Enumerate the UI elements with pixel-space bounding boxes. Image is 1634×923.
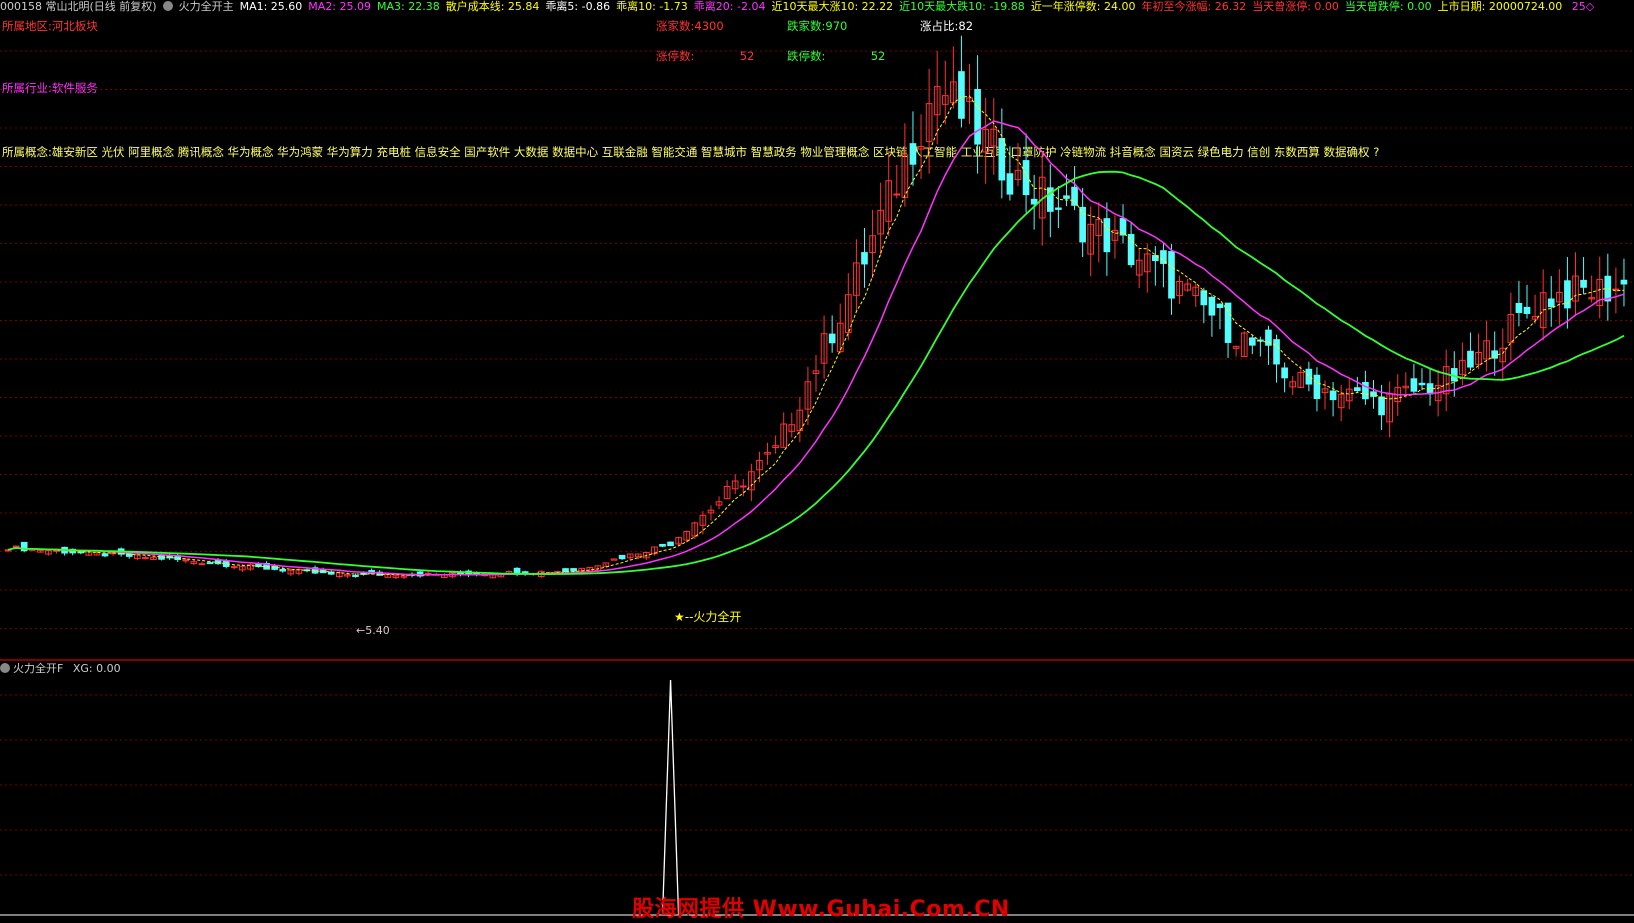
candle-body — [1515, 302, 1523, 313]
candle-body — [1006, 173, 1014, 195]
candle-body — [659, 543, 666, 547]
candle-body — [739, 485, 747, 488]
signal-spike — [661, 679, 680, 916]
candle-body — [206, 562, 214, 565]
candle-body — [1208, 296, 1216, 316]
candle-body — [909, 143, 917, 165]
candle-body — [828, 333, 836, 344]
candle-body — [1467, 350, 1474, 368]
price-chart[interactable] — [0, 0, 1634, 921]
xg-value: 0.00 — [96, 662, 121, 675]
candle-body — [958, 71, 965, 119]
candle-body — [1055, 207, 1062, 210]
bottom-indicator-name: 火力全开F — [13, 662, 64, 675]
candle-body — [562, 568, 569, 573]
bottom-panel-header: 火力全开F XG: 0.00 — [0, 662, 121, 676]
candle-body — [101, 553, 109, 557]
candle-body — [214, 559, 222, 565]
candle-body — [861, 252, 868, 265]
candle-body — [1620, 279, 1628, 285]
candle-body — [12, 545, 20, 548]
candle-body — [1030, 198, 1038, 205]
low-price-label: ←5.40 — [356, 624, 390, 637]
candle-body — [1200, 290, 1208, 306]
candle-body — [1564, 280, 1571, 309]
ma2-line — [7, 120, 1625, 576]
candle-body — [1313, 374, 1321, 400]
candle-body — [998, 138, 1006, 181]
candle-body — [1216, 303, 1224, 308]
candle-body — [1523, 306, 1531, 314]
candle-body — [1547, 298, 1555, 308]
candle-body — [1127, 234, 1135, 266]
signal-label: ★--火力全开 — [674, 610, 742, 624]
candle-body — [1248, 337, 1256, 346]
candle-body — [198, 563, 206, 566]
watermark: 股海网提供 Www.Guhai.Com.CN — [632, 897, 1010, 922]
candle-body — [1168, 251, 1175, 299]
candle-body — [1418, 382, 1426, 386]
candle-body — [279, 568, 287, 572]
candle-body — [1079, 206, 1086, 243]
candle-body — [1063, 195, 1070, 199]
candle-body — [1273, 339, 1280, 365]
xg-label: XG: — [72, 662, 93, 675]
candle-body — [1103, 218, 1111, 253]
candle-body — [1354, 387, 1361, 392]
panel-toggle-icon[interactable] — [0, 663, 10, 673]
candle-body — [570, 568, 577, 572]
candle-body — [667, 541, 674, 547]
candle-body — [618, 554, 626, 560]
candle-body — [1071, 186, 1078, 206]
candle-body — [1305, 368, 1313, 385]
candle-body — [1580, 279, 1587, 288]
candle-body — [1410, 378, 1418, 392]
candle-body — [974, 88, 981, 145]
candle-body — [1378, 396, 1385, 416]
candle-body — [1329, 390, 1337, 401]
candle-body — [352, 574, 359, 577]
candle-body — [1281, 367, 1288, 379]
candle-body — [230, 566, 238, 569]
candle-body — [1224, 302, 1232, 343]
candle-body — [1491, 350, 1499, 359]
